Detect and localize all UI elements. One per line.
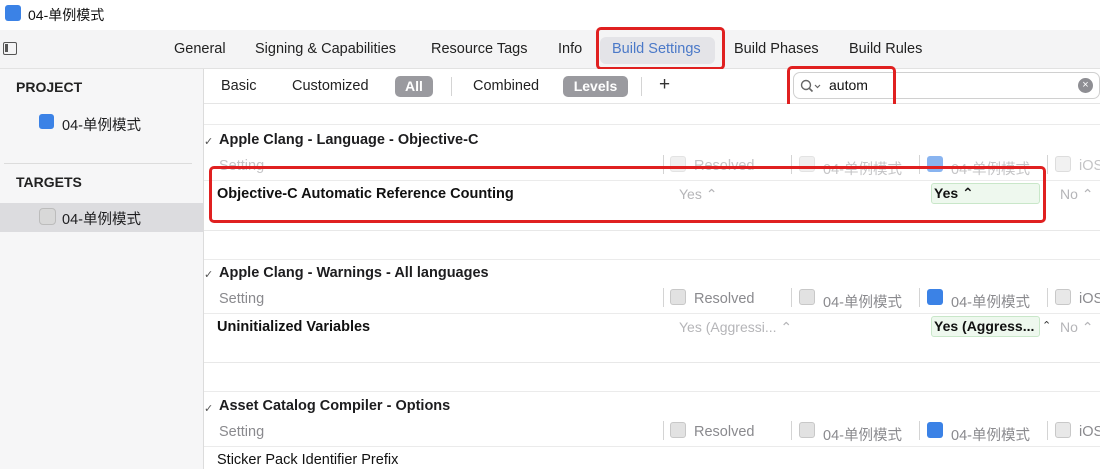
add-setting-button[interactable]: + [659, 74, 670, 96]
setting-name[interactable]: Sticker Pack Identifier Prefix [217, 452, 398, 468]
filter-separator [641, 77, 642, 96]
section-divider [204, 124, 1100, 125]
tab-info[interactable]: Info [558, 41, 582, 57]
targets-section-header: TARGETS [16, 174, 82, 190]
sidebar-divider [4, 163, 192, 164]
column-separator [663, 421, 664, 440]
tab-resource-tags[interactable]: Resource Tags [431, 41, 527, 57]
sidebar-item-target[interactable]: 04-单例模式 [62, 208, 141, 229]
title-bar [0, 0, 1100, 30]
project-app-icon [39, 114, 54, 129]
row-divider [204, 446, 1100, 447]
chevron-down-icon[interactable]: ✓ [204, 268, 213, 281]
column-separator [1047, 155, 1048, 174]
column-separator [791, 288, 792, 307]
resolved-value: Yes (Aggressi... ⌃ [679, 319, 793, 335]
column-header-target: 04-单例模式 [951, 295, 1030, 311]
clear-search-icon[interactable]: × [1078, 78, 1093, 93]
highlight-box-arc-setting [209, 166, 1046, 223]
section-spacer [204, 230, 1100, 261]
target-level-icon [927, 422, 943, 438]
platform-value[interactable]: No ⌃ [1060, 186, 1094, 203]
resolved-gear-icon [670, 289, 686, 305]
column-header-platform: iOS [1079, 424, 1100, 440]
tab-general[interactable]: General [174, 41, 226, 57]
filter-combined[interactable]: Combined [473, 78, 539, 94]
section-spacer [204, 362, 1100, 393]
column-header-resolved: Resolved [694, 291, 755, 307]
column-separator [1047, 288, 1048, 307]
highlight-box-build-settings [596, 27, 725, 70]
chevron-updown-icon[interactable]: ⌃ [1042, 319, 1051, 332]
column-header-platform: iOS [1079, 291, 1100, 307]
project-app-icon [5, 5, 21, 21]
column-header-setting: Setting [219, 291, 265, 307]
resolved-gear-icon [670, 422, 686, 438]
section-title[interactable]: Apple Clang - Warnings - All languages [219, 265, 489, 281]
column-separator [1047, 421, 1048, 440]
section-title[interactable]: Asset Catalog Compiler - Options [219, 398, 450, 414]
filter-customized[interactable]: Customized [292, 78, 369, 94]
column-header-setting: Setting [219, 424, 265, 440]
filter-separator [451, 77, 452, 96]
chevron-down-icon[interactable]: ✓ [204, 402, 213, 415]
sidebar-toggle-icon[interactable] [3, 42, 17, 55]
editor-tab-bar [0, 30, 1100, 69]
section-title[interactable]: Apple Clang - Language - Objective-C [219, 132, 478, 148]
platform-level-icon [1055, 422, 1071, 438]
sidebar-item-project[interactable]: 04-单例模式 [62, 114, 141, 135]
chevron-down-icon[interactable]: ✓ [204, 135, 213, 148]
window-title: 04-单例模式 [28, 7, 105, 23]
filter-all[interactable]: All [395, 76, 433, 97]
filter-levels[interactable]: Levels [563, 76, 628, 97]
section-spacer [204, 104, 1100, 124]
section-divider [204, 391, 1100, 392]
setting-name[interactable]: Uninitialized Variables [217, 319, 370, 335]
target-gear-icon [39, 208, 56, 225]
tab-build-phases[interactable]: Build Phases [734, 41, 819, 57]
target-level-icon [927, 289, 943, 305]
project-level-icon [799, 422, 815, 438]
column-separator [663, 288, 664, 307]
filter-basic[interactable]: Basic [221, 78, 256, 94]
platform-level-icon [1055, 289, 1071, 305]
column-header-project: 04-单例模式 [823, 295, 902, 311]
tab-build-rules[interactable]: Build Rules [849, 41, 922, 57]
column-header-target: 04-单例模式 [951, 428, 1030, 444]
target-value-dropdown[interactable]: Yes (Aggress... [931, 316, 1040, 337]
column-separator [791, 421, 792, 440]
project-section-header: PROJECT [16, 79, 83, 95]
column-separator [919, 288, 920, 307]
platform-level-icon [1055, 156, 1071, 172]
tab-signing-capabilities[interactable]: Signing & Capabilities [255, 41, 396, 57]
column-separator [919, 421, 920, 440]
section-divider [204, 259, 1100, 260]
column-header-platform: iOS [1079, 158, 1100, 174]
column-header-project: 04-单例模式 [823, 428, 902, 444]
project-level-icon [799, 289, 815, 305]
platform-value[interactable]: No ⌃ [1060, 319, 1094, 336]
row-divider [204, 313, 1100, 314]
column-header-resolved: Resolved [694, 424, 755, 440]
